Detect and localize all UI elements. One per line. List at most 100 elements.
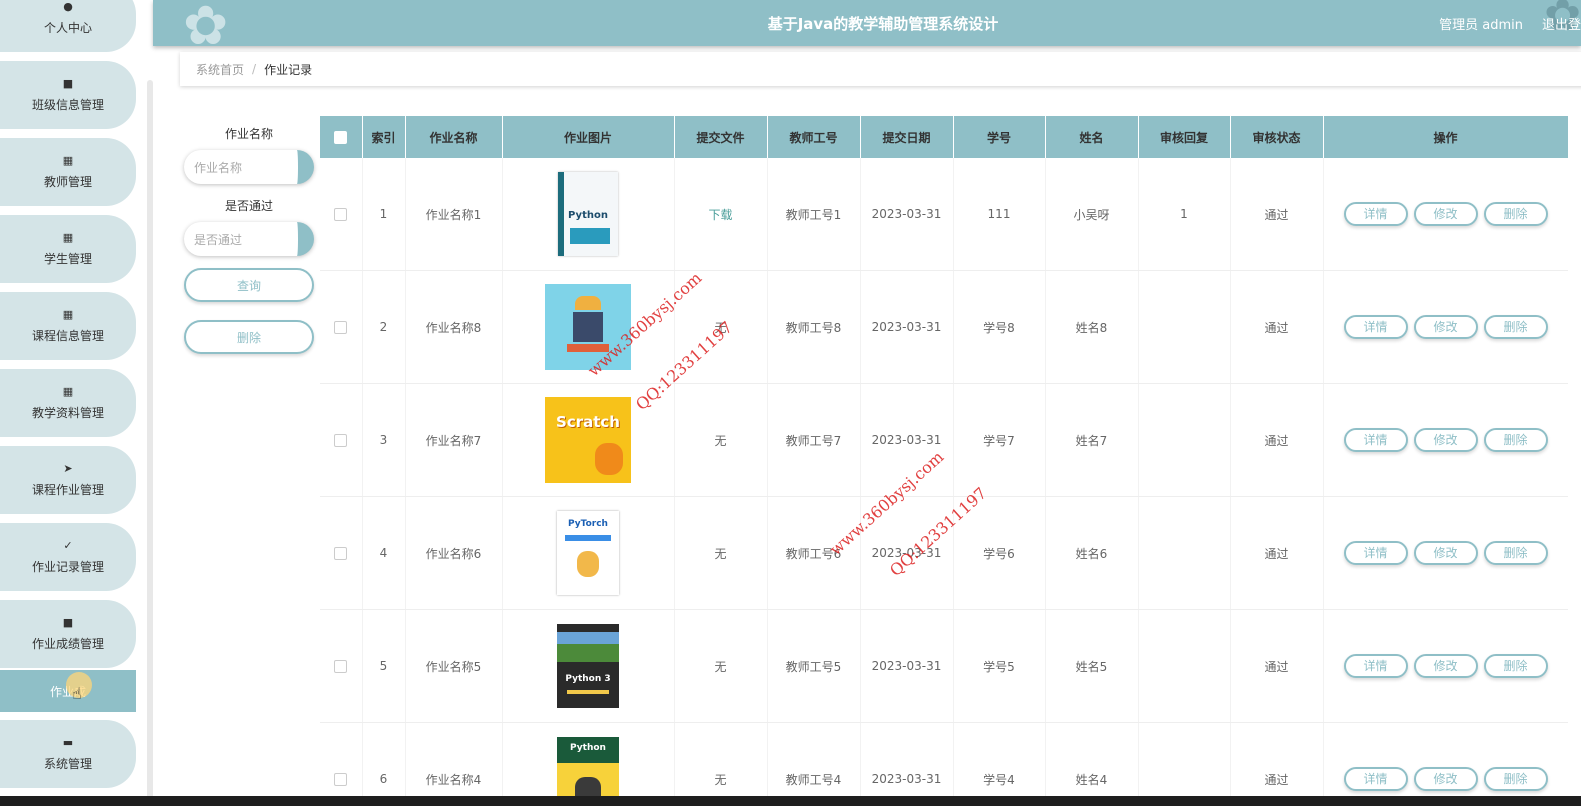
batch-delete-button[interactable]: 删除 [184, 320, 314, 354]
row-checkbox[interactable] [334, 547, 348, 560]
book-cover-title: Scratch [556, 413, 620, 431]
wallet-icon: ▬ [62, 735, 74, 749]
cell-student-name: 小吴呀 [1045, 158, 1139, 271]
edit-button[interactable]: 修改 [1413, 767, 1478, 791]
breadcrumb-separator: / [252, 62, 257, 76]
sidebar-item-label: 学生管理 [43, 251, 92, 266]
logout-link[interactable]: 退出登 [1542, 14, 1581, 33]
row-checkbox[interactable] [334, 773, 348, 786]
delete-button[interactable]: 删除 [1483, 654, 1548, 678]
cell-review-status: 通过 [1230, 496, 1324, 610]
cell-review-status: 通过 [1230, 722, 1324, 800]
edit-button[interactable]: 修改 [1413, 315, 1478, 339]
cell-actions: 详情 修改 删除 [1323, 496, 1568, 610]
table-row: 6 作业名称4 Python 无 教师工号4 2023-03-31 学号4 姓名… [320, 722, 1568, 800]
delete-button[interactable]: 删除 [1483, 315, 1548, 339]
sidebar-item-system[interactable]: ▬ 系统管理 [0, 720, 136, 788]
cell-review-reply [1138, 609, 1231, 723]
edit-button[interactable]: 修改 [1413, 428, 1478, 452]
sidebar-item-profile[interactable]: ● 个人中心 [0, 0, 136, 52]
row-select-cell [320, 609, 363, 723]
detail-button[interactable]: 详情 [1343, 315, 1408, 339]
cell-file: 无 [674, 383, 768, 497]
col-header: 学号 [953, 116, 1046, 158]
sidebar-item-students[interactable]: ▦ 学生管理 [0, 215, 136, 283]
sidebar-item-courses[interactable]: ▦ 课程信息管理 [0, 292, 136, 360]
delete-button[interactable]: 删除 [1483, 202, 1548, 226]
cell-student-name: 姓名6 [1045, 496, 1139, 610]
row-checkbox[interactable] [334, 434, 348, 447]
row-select-cell [320, 496, 363, 610]
cell-teacher-id: 教师工号8 [767, 270, 861, 384]
sidebar-item-label: 个人中心 [43, 20, 92, 35]
sidebar-item-label: 作业记录管理 [31, 559, 104, 574]
edit-button[interactable]: 修改 [1413, 202, 1478, 226]
sidebar-item-label: 教师管理 [43, 174, 92, 189]
delete-button[interactable]: 删除 [1483, 767, 1548, 791]
sidebar-item-class-info[interactable]: ■ 班级信息管理 [0, 61, 136, 129]
grid-icon: ▦ [62, 153, 74, 167]
sidebar-item-homework-records[interactable]: ✓ 作业记录管理 [0, 523, 136, 591]
sidebar-item-course-homework[interactable]: ➤ 课程作业管理 [0, 446, 136, 514]
cell-teacher-id: 教师工号1 [767, 158, 861, 271]
col-header: 操作 [1323, 116, 1568, 158]
page-title: 基于Java的教学辅助管理系统设计 [767, 15, 999, 33]
row-select-cell [320, 383, 363, 497]
cell-student-id: 学号8 [953, 270, 1046, 384]
detail-button[interactable]: 详情 [1343, 541, 1408, 565]
book-cover-title: PyTorch [568, 519, 608, 529]
detail-button[interactable]: 详情 [1343, 428, 1408, 452]
current-user: 管理员 admin [1439, 18, 1523, 33]
table-row: 3 作业名称7 Scratch 无 教师工号7 2023-03-31 学号7 姓… [320, 383, 1568, 497]
col-header: 提交日期 [860, 116, 954, 158]
cell-index: 3 [362, 383, 406, 497]
detail-button[interactable]: 详情 [1343, 654, 1408, 678]
cell-actions: 详情 修改 删除 [1323, 722, 1568, 800]
select-all-header[interactable] [320, 116, 363, 158]
book-cover-title: Python 3 [565, 674, 611, 684]
edit-button[interactable]: 修改 [1413, 654, 1478, 678]
book-cover-image[interactable]: Python [557, 737, 619, 800]
col-header: 作业名称 [405, 116, 503, 158]
cell-teacher-id: 教师工号7 [767, 383, 861, 497]
book-cover-image[interactable]: Scratch [545, 397, 631, 483]
pass-status-select[interactable]: 是否通过 [184, 222, 314, 256]
homework-name-input[interactable]: 作业名称 [184, 150, 314, 184]
grid-icon: ▦ [62, 307, 74, 321]
cell-file: 无 [674, 722, 768, 800]
delete-button[interactable]: 删除 [1483, 541, 1548, 565]
sidebar-scrollbar[interactable] [147, 80, 153, 800]
sidebar-item-materials[interactable]: ▦ 教学资料管理 [0, 369, 136, 437]
select-all-checkbox[interactable] [334, 131, 348, 144]
book-cover-title: Python [568, 210, 608, 221]
cell-teacher-id: 教师工号4 [767, 722, 861, 800]
cell-review-status: 通过 [1230, 383, 1324, 497]
download-link[interactable]: 下载 [708, 208, 732, 222]
col-header: 审核回复 [1138, 116, 1231, 158]
cell-review-reply [1138, 496, 1231, 610]
row-checkbox[interactable] [334, 660, 348, 673]
cell-index: 6 [362, 722, 406, 800]
cell-name: 作业名称7 [405, 383, 503, 497]
sidebar-item-homework-grades[interactable]: ■ 作业成绩管理 [0, 600, 136, 668]
edit-button[interactable]: 修改 [1413, 541, 1478, 565]
cell-date: 2023-03-31 [860, 270, 954, 384]
cell-student-id: 学号7 [953, 383, 1046, 497]
detail-button[interactable]: 详情 [1343, 202, 1408, 226]
delete-button[interactable]: 删除 [1483, 428, 1548, 452]
breadcrumb-home[interactable]: 系统首页 [196, 61, 244, 78]
top-header: ✿ ✿ 基于Java的教学辅助管理系统设计 管理员 admin 退出登 [153, 0, 1581, 57]
book-cover-image[interactable]: Python 3 [557, 624, 619, 708]
query-button[interactable]: 查询 [184, 268, 314, 302]
book-cover-image[interactable]: Python [558, 172, 618, 256]
cell-index: 2 [362, 270, 406, 384]
cell-name: 作业名称8 [405, 270, 503, 384]
row-checkbox[interactable] [334, 208, 348, 221]
row-checkbox[interactable] [334, 321, 348, 334]
cell-student-name: 姓名8 [1045, 270, 1139, 384]
book-cover-image[interactable]: PyTorch [557, 511, 619, 595]
sidebar-item-teachers[interactable]: ▦ 教师管理 [0, 138, 136, 206]
cell-actions: 详情 修改 删除 [1323, 270, 1568, 384]
detail-button[interactable]: 详情 [1343, 767, 1408, 791]
cell-image: PyTorch [502, 496, 675, 610]
